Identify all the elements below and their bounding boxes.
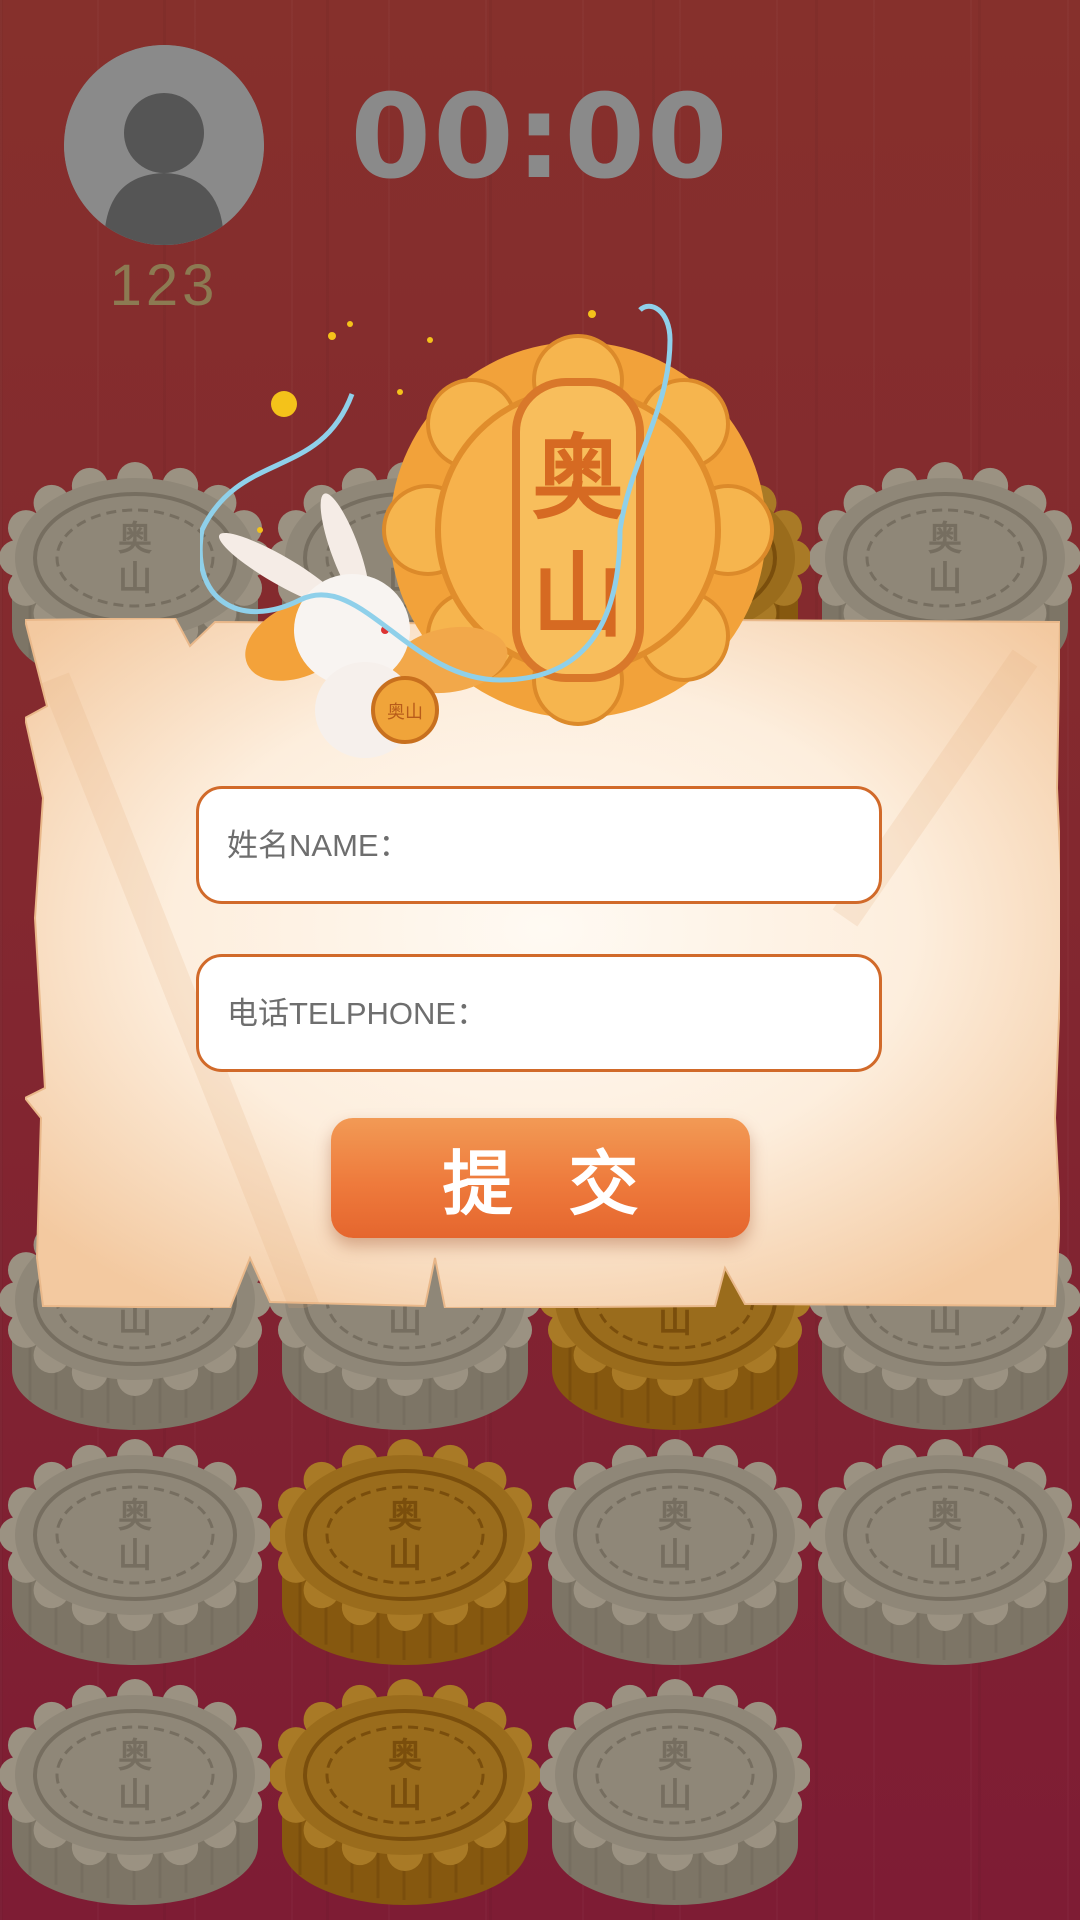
rabbit-mooncake-illustration: 奥 山 奥山 bbox=[200, 303, 774, 758]
svg-text:山: 山 bbox=[118, 1536, 152, 1576]
svg-text:奥: 奥 bbox=[388, 1736, 422, 1776]
mooncake-icon: 奥山 bbox=[270, 1439, 540, 1665]
phone-input[interactable] bbox=[225, 957, 859, 1071]
svg-text:山: 山 bbox=[388, 1536, 422, 1576]
mooncake-tile[interactable]: 奥山 bbox=[0, 1675, 270, 1915]
svg-text:山: 山 bbox=[928, 1536, 962, 1576]
name-field[interactable] bbox=[196, 786, 882, 904]
mooncake-tile[interactable]: 奥山 bbox=[0, 1435, 270, 1675]
svg-text:奥: 奥 bbox=[118, 519, 152, 559]
game-timer: 00:00 bbox=[350, 70, 730, 205]
mooncake-tile[interactable]: 奥山 bbox=[270, 1435, 540, 1675]
submit-button[interactable]: 提交 bbox=[331, 1118, 750, 1238]
mooncake-tile[interactable]: 奥山 bbox=[270, 1675, 540, 1915]
svg-text:奥山: 奥山 bbox=[387, 702, 423, 723]
name-input[interactable] bbox=[225, 789, 859, 903]
svg-text:山: 山 bbox=[658, 1776, 692, 1816]
svg-text:山: 山 bbox=[388, 1776, 422, 1816]
svg-text:奥: 奥 bbox=[388, 1496, 422, 1536]
mooncake-icon: 奥山 bbox=[0, 1439, 270, 1665]
phone-field[interactable] bbox=[196, 954, 882, 1072]
svg-text:山: 山 bbox=[118, 1776, 152, 1816]
svg-text:奥: 奥 bbox=[658, 1736, 692, 1776]
user-avatar-icon bbox=[64, 45, 264, 245]
svg-text:奥: 奥 bbox=[928, 1496, 962, 1536]
mooncake-icon: 奥山 bbox=[270, 1679, 540, 1905]
svg-text:山: 山 bbox=[118, 559, 152, 599]
svg-text:奥: 奥 bbox=[118, 1496, 152, 1536]
svg-text:山: 山 bbox=[928, 559, 962, 599]
svg-text:奥: 奥 bbox=[118, 1736, 152, 1776]
svg-text:奥: 奥 bbox=[928, 519, 962, 559]
mooncake-tile[interactable]: 奥山 bbox=[540, 1675, 810, 1915]
player-avatar[interactable] bbox=[64, 45, 264, 245]
svg-text:奥: 奥 bbox=[532, 425, 624, 532]
mooncake-tile[interactable]: 奥山 bbox=[810, 1435, 1080, 1675]
mooncake-icon: 奥山 bbox=[540, 1439, 810, 1665]
svg-text:山: 山 bbox=[658, 1536, 692, 1576]
mooncake-icon: 奥山 bbox=[540, 1679, 810, 1905]
hero-illustration: 奥 山 奥山 bbox=[200, 300, 800, 770]
mooncake-tile[interactable]: 奥山 bbox=[540, 1435, 810, 1675]
svg-text:奥: 奥 bbox=[658, 1496, 692, 1536]
mooncake-icon: 奥山 bbox=[0, 1679, 270, 1905]
mooncake-icon: 奥山 bbox=[810, 1439, 1080, 1665]
